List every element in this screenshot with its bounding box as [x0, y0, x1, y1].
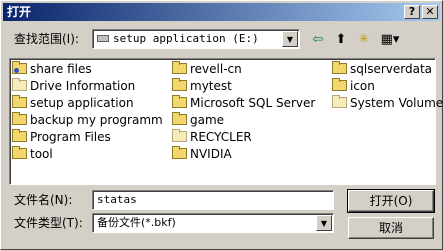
file-list-item-label: icon: [350, 79, 375, 93]
file-list-item-label: tool: [30, 147, 53, 161]
folder-icon: [172, 61, 187, 74]
view-menu-icon[interactable]: ▦▾: [376, 31, 404, 49]
file-list-item-label: mytest: [190, 79, 232, 93]
file-list-item[interactable]: Microsoft SQL Server: [172, 95, 315, 112]
folder-icon: [172, 129, 187, 142]
file-list-item[interactable]: share files: [12, 61, 92, 78]
file-list-item[interactable]: game: [172, 112, 224, 129]
file-list-item[interactable]: Drive Information: [12, 78, 135, 95]
file-list-item-label: System Volume I: [350, 96, 443, 110]
folder-icon: [12, 95, 27, 108]
file-list-item[interactable]: Program Files: [12, 129, 111, 146]
file-list-item[interactable]: backup my programm: [12, 112, 163, 129]
file-list-item-label: sqlserverdata: [350, 62, 433, 76]
file-list-item[interactable]: revell-cn: [172, 61, 242, 78]
file-name-label: 文件名(N):: [14, 193, 73, 207]
file-list-item-label: setup application: [30, 96, 134, 110]
file-type-dropdown-arrow[interactable]: ▼: [316, 215, 332, 231]
file-list-item[interactable]: NVIDIA: [172, 146, 232, 163]
folder-icon: [172, 78, 187, 91]
file-list-item-label: Microsoft SQL Server: [190, 96, 316, 110]
file-list-item[interactable]: mytest: [172, 78, 232, 95]
cancel-button[interactable]: 取消: [348, 217, 434, 239]
folder-icon: [12, 112, 27, 125]
folder-icon: [172, 95, 187, 108]
look-in-label: 查找范围(I):: [14, 32, 79, 46]
file-type-label: 文件类型(T):: [14, 216, 83, 230]
folder-icon: [332, 61, 347, 74]
file-list-item-label: revell-cn: [190, 62, 242, 76]
file-list-item[interactable]: RECYCLER: [172, 129, 252, 146]
help-button[interactable]: ?: [404, 5, 420, 19]
folder-icon: [172, 112, 187, 125]
folder-icon: [332, 95, 347, 108]
look-in-dropdown-arrow[interactable]: ▼: [282, 31, 298, 47]
up-folder-icon[interactable]: ⬆: [331, 31, 351, 49]
folder-icon: [12, 78, 27, 91]
file-type-combo[interactable]: 备份文件(*.bkf) ▼: [92, 213, 334, 233]
folder-icon: [12, 129, 27, 142]
file-list-item-label: RECYCLER: [190, 130, 252, 144]
dialog-title: 打开: [7, 5, 32, 19]
file-list-item[interactable]: tool: [12, 146, 53, 163]
folder-icon: [332, 78, 347, 91]
look-in-combo[interactable]: setup application (E:) ▼: [92, 29, 300, 49]
file-list-item-label: Program Files: [30, 130, 111, 144]
title-bar[interactable]: 打开 ? ✕: [3, 3, 440, 21]
file-name-value: statas: [97, 193, 137, 206]
folder-icon: [12, 146, 27, 159]
file-list-item-label: backup my programm: [30, 113, 163, 127]
file-list-item[interactable]: setup application: [12, 95, 134, 112]
drive-icon: [97, 35, 109, 42]
shared-folder-icon: [12, 61, 27, 74]
close-button[interactable]: ✕: [422, 5, 438, 19]
file-list-item-label: game: [190, 113, 225, 127]
file-list-item-label: share files: [30, 62, 92, 76]
file-list-item[interactable]: System Volume I: [332, 95, 443, 112]
new-folder-icon[interactable]: ✳: [354, 31, 374, 49]
file-name-input[interactable]: statas: [92, 190, 334, 210]
file-list-item-label: NVIDIA: [190, 147, 232, 161]
open-dialog: 打开 ? ✕ 查找范围(I): setup application (E:) ▼…: [0, 0, 443, 250]
file-list-item-label: Drive Information: [30, 79, 136, 93]
file-list-item[interactable]: sqlserverdata: [332, 61, 432, 78]
file-type-value: 备份文件(*.bkf): [97, 216, 176, 229]
file-list-item[interactable]: icon: [332, 78, 375, 95]
folder-icon: [172, 146, 187, 159]
look-in-value: setup application (E:): [113, 32, 259, 45]
back-icon[interactable]: ⇦: [308, 31, 328, 49]
open-button[interactable]: 打开(O): [347, 189, 435, 213]
file-list[interactable]: share files Drive Information setup applic…: [9, 58, 443, 185]
